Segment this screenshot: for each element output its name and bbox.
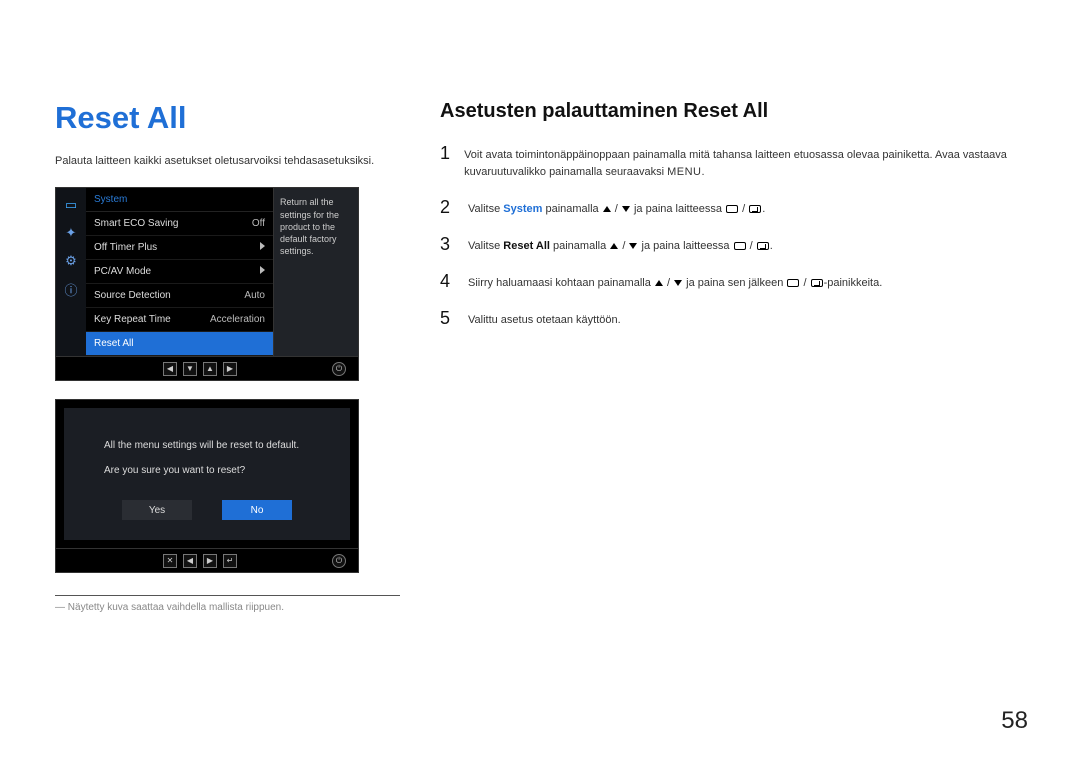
osd-sidebar-icons: ▭ ✦ ⚙ ⓘ (56, 188, 86, 356)
page-number: 58 (1001, 707, 1028, 735)
section-heading: Asetusten palauttaminen Reset All (440, 100, 1030, 123)
left-column: Reset All Palauta laitteen kaikki asetuk… (55, 100, 400, 613)
nav-left-icon: ◀ (163, 362, 177, 376)
up-arrow-icon (603, 206, 611, 212)
confirm-dialog-screenshot: All the menu settings will be reset to d… (55, 399, 359, 573)
enter-button-icon (811, 279, 823, 287)
nav-down-icon: ▼ (183, 362, 197, 376)
dialog-yes-button: Yes (122, 500, 192, 520)
button-icon (787, 279, 799, 287)
osd-row: Smart ECO SavingOff (86, 212, 273, 236)
up-arrow-icon (655, 280, 663, 286)
step-number: 5 (440, 308, 454, 329)
down-arrow-icon (674, 280, 682, 286)
settings-icon: ⚙ (62, 252, 80, 270)
down-arrow-icon (629, 243, 637, 249)
dialog-line1: All the menu settings will be reset to d… (104, 438, 310, 453)
enter-icon: ↵ (223, 554, 237, 568)
osd-description: Return all the settings for the product … (273, 188, 358, 356)
nav-right-icon: ▶ (223, 362, 237, 376)
page-title: Reset All (55, 100, 400, 136)
step-number: 3 (440, 234, 454, 255)
osd-row-selected: Reset All (86, 332, 273, 356)
button-icon (734, 242, 746, 250)
right-column: Asetusten palauttaminen Reset All 1 Voit… (440, 100, 1030, 613)
osd-menu-screenshot: ▭ ✦ ⚙ ⓘ System Smart ECO SavingOff Off T… (55, 187, 359, 381)
close-icon: ✕ (163, 554, 177, 568)
chevron-right-icon (260, 242, 265, 250)
step-item: 5 Valittu asetus otetaan käyttöön. (440, 308, 1030, 329)
osd-footer-nav: ◀ ▼ ▲ ▶ ⏻ (56, 356, 358, 380)
step-number: 2 (440, 197, 454, 218)
manual-page: Reset All Palauta laitteen kaikki asetuk… (0, 0, 1080, 763)
nav-up-icon: ▲ (203, 362, 217, 376)
step-text: Voit avata toimintonäppäinoppaan painama… (464, 143, 1030, 181)
step-item: 1 Voit avata toimintonäppäinoppaan paina… (440, 143, 1030, 181)
osd-row: Off Timer Plus (86, 236, 273, 260)
monitor-icon: ▭ (62, 196, 80, 214)
footnote: Näytetty kuva saattaa vaihdella mallista… (55, 595, 400, 613)
osd-row: Key Repeat TimeAcceleration (86, 308, 273, 332)
enter-button-icon (749, 205, 761, 213)
nav-right-icon: ▶ (203, 554, 217, 568)
dialog-line2: Are you sure you want to reset? (104, 463, 310, 478)
osd-row: Source DetectionAuto (86, 284, 273, 308)
info-icon: ⓘ (62, 280, 80, 298)
picture-icon: ✦ (62, 224, 80, 242)
step-number: 4 (440, 271, 454, 292)
osd-row: PC/AV Mode (86, 260, 273, 284)
dialog-footer-nav: ✕ ◀ ▶ ↵ ⏻ (56, 548, 358, 572)
intro-text: Palauta laitteen kaikki asetukset oletus… (55, 154, 400, 169)
step-text: Valitse Reset All painamalla / ja paina … (468, 234, 773, 255)
steps-list: 1 Voit avata toimintonäppäinoppaan paina… (440, 143, 1030, 329)
step-text: Valitse System painamalla / ja paina lai… (468, 197, 765, 218)
step-text: Siirry haluamaasi kohtaan painamalla / j… (468, 271, 882, 292)
nav-left-icon: ◀ (183, 554, 197, 568)
chevron-right-icon (260, 266, 265, 274)
enter-button-icon (757, 242, 769, 250)
step-text: Valittu asetus otetaan käyttöön. (468, 308, 621, 329)
osd-header: System (86, 188, 273, 212)
power-icon: ⏻ (332, 554, 346, 568)
down-arrow-icon (622, 206, 630, 212)
up-arrow-icon (610, 243, 618, 249)
step-item: 4 Siirry haluamaasi kohtaan painamalla /… (440, 271, 1030, 292)
step-item: 2 Valitse System painamalla / ja paina l… (440, 197, 1030, 218)
step-number: 1 (440, 143, 450, 181)
step-item: 3 Valitse Reset All painamalla / ja pain… (440, 234, 1030, 255)
dialog-no-button: No (222, 500, 292, 520)
button-icon (726, 205, 738, 213)
power-icon: ⏻ (332, 362, 346, 376)
